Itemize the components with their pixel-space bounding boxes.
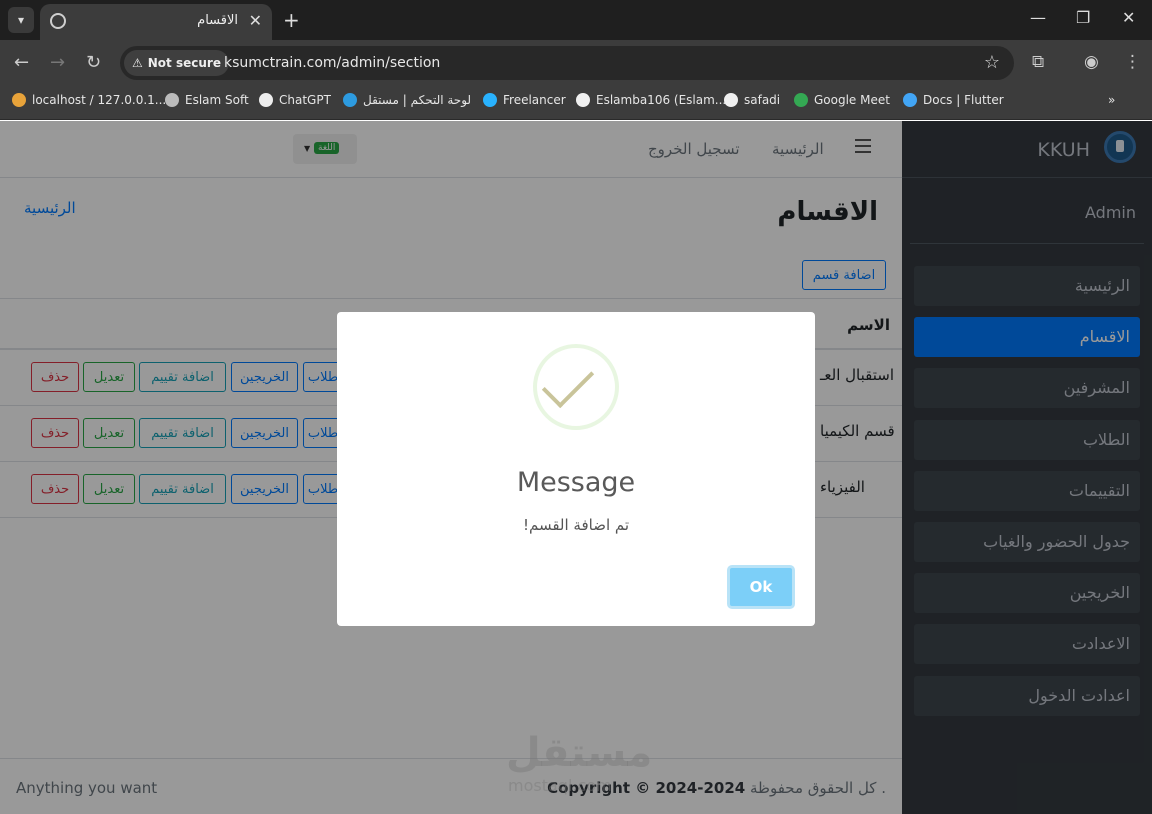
reload-icon[interactable]: ↻ <box>86 52 101 73</box>
minimize-icon[interactable]: — <box>1030 8 1046 27</box>
google-meet-icon <box>794 93 808 107</box>
bookmark-github-eslam[interactable]: Eslamba106 (Eslam... <box>576 93 726 107</box>
browser-tab[interactable]: الاقسام ✕ <box>40 4 272 40</box>
freelancer-icon <box>483 93 497 107</box>
browser-tabstrip: ▾ الاقسام ✕ + — ❐ ✕ <box>0 0 1152 40</box>
restore-icon[interactable]: ❐ <box>1076 8 1090 27</box>
github-icon <box>724 93 738 107</box>
bookmark-label: Google Meet <box>814 93 890 107</box>
close-tab-icon[interactable]: ✕ <box>249 11 262 30</box>
watermark-url: mostaql.com <box>508 776 612 795</box>
bookmark-label: لوحة التحكم | مستقل <box>363 93 472 107</box>
bookmark-chatgpt[interactable]: ChatGPT <box>259 93 331 107</box>
github-icon <box>576 93 590 107</box>
bookmark-label: Eslamba106 (Eslam... <box>596 93 727 107</box>
bookmark-mostaql[interactable]: لوحة التحكم | مستقل <box>343 93 471 107</box>
bookmark-freelancer[interactable]: Freelancer <box>483 93 566 107</box>
new-tab-button[interactable]: + <box>283 8 300 32</box>
flutter-icon <box>903 93 917 107</box>
bookmark-flutter-docs[interactable]: Docs | Flutter <box>903 93 1004 107</box>
bookmark-label: Eslam Soft <box>185 93 249 107</box>
bookmark-label: localhost / 127.0.0.1... <box>32 93 167 107</box>
tab-search-button[interactable]: ▾ <box>8 7 34 33</box>
back-icon[interactable]: ← <box>14 52 29 73</box>
bookmark-star-icon[interactable]: ☆ <box>984 52 1000 73</box>
bookmark-label: ChatGPT <box>279 93 331 107</box>
url-text[interactable]: ksumctrain.com/admin/section <box>224 55 440 71</box>
tab-title: الاقسام <box>197 13 238 28</box>
profile-avatar[interactable]: ◉ <box>1084 52 1099 72</box>
browser-toolbar: ← → ↻ ⚠ Not secure ksumctrain.com/admin/… <box>0 40 1152 86</box>
modal-title: Message <box>516 467 636 498</box>
not-secure-label: Not secure <box>147 56 221 70</box>
extensions-icon[interactable]: ⧉ <box>1032 52 1044 72</box>
bookmark-label: Freelancer <box>503 93 566 107</box>
bookmark-google-meet[interactable]: Google Meet <box>794 93 890 107</box>
chatgpt-icon <box>259 93 273 107</box>
mostaql-icon <box>343 93 357 107</box>
globe-icon <box>50 13 66 29</box>
watermark-logo: مستقل <box>506 730 653 776</box>
phpmyadmin-icon <box>12 93 26 107</box>
bookmark-eslam-soft[interactable]: Eslam Soft <box>165 93 249 107</box>
more-menu-icon[interactable]: ⋮ <box>1124 52 1141 72</box>
not-secure-chip[interactable]: ⚠ Not secure <box>124 50 229 76</box>
success-icon <box>533 344 619 430</box>
alert-modal: Message تم اضافة القسم! Ok <box>337 312 815 626</box>
close-window-icon[interactable]: ✕ <box>1122 8 1135 27</box>
bookmark-label: safadi <box>744 93 781 107</box>
forward-icon[interactable]: → <box>50 52 65 73</box>
globe-icon <box>165 93 179 107</box>
page-viewport: الرئيسية تسجيل الخروج ▼ اللغة الاقسام ال… <box>0 121 1152 814</box>
warning-icon: ⚠ <box>132 56 143 70</box>
address-bar[interactable]: ⚠ Not secure ksumctrain.com/admin/sectio… <box>120 46 1014 80</box>
bookmark-label: Docs | Flutter <box>923 93 1004 107</box>
bookmark-safadi[interactable]: safadi <box>724 93 780 107</box>
bookmark-localhost[interactable]: localhost / 127.0.0.1... <box>12 93 166 107</box>
modal-message: تم اضافة القسم! <box>522 516 630 534</box>
checkmark-icon <box>541 355 595 409</box>
bookmarks-bar: localhost / 127.0.0.1... Eslam Soft Chat… <box>0 86 1152 120</box>
ok-button[interactable]: Ok <box>727 565 795 609</box>
more-bookmarks-icon[interactable]: » <box>1108 93 1115 107</box>
